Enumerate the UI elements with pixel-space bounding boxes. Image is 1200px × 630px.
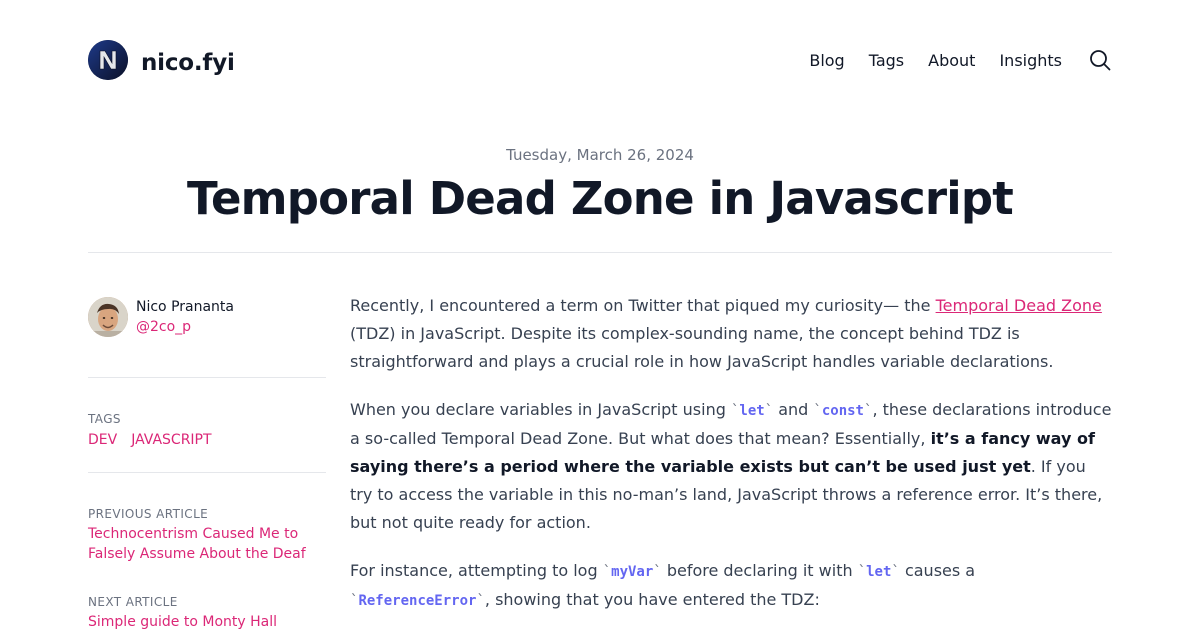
paragraph: For instance, attempting to log `myVar` … (350, 557, 1112, 615)
logo-mark-icon (88, 40, 128, 80)
inline-code: `ReferenceError` (350, 593, 485, 609)
text: causes a (899, 561, 976, 580)
inline-code: `const` (813, 403, 872, 419)
site-name[interactable]: nico.fyi (141, 50, 235, 76)
text: (TDZ) in JavaScript. Despite its complex… (350, 324, 1054, 371)
backtick: ` (891, 564, 900, 580)
nav-blog[interactable]: Blog (809, 51, 844, 70)
backtick: ` (602, 564, 612, 580)
temporal-dead-zone-link[interactable]: Temporal Dead Zone (936, 296, 1102, 315)
code-text: ReferenceError (358, 593, 477, 609)
post-content: Recently, I encountered a term on Twitte… (350, 292, 1112, 630)
main-nav: Blog Tags About Insights (809, 48, 1112, 72)
sidebar-divider (88, 377, 326, 378)
inline-code: `let` (858, 564, 900, 580)
code-text: const (821, 403, 864, 419)
tag-javascript[interactable]: JAVASCRIPT (131, 432, 211, 448)
next-article-link[interactable]: Simple guide to Monty Hall (88, 612, 326, 630)
inline-code: `myVar` (603, 564, 662, 580)
paragraph: Recently, I encountered a term on Twitte… (350, 292, 1112, 376)
code-text: let (739, 403, 765, 419)
text: before declaring it with (661, 561, 858, 580)
author-handle-link[interactable]: @2co_p (136, 317, 234, 337)
backtick: ` (813, 403, 822, 419)
nav-tags[interactable]: Tags (869, 51, 904, 70)
backtick: ` (764, 403, 774, 419)
nav-insights[interactable]: Insights (999, 51, 1062, 70)
search-icon[interactable] (1088, 48, 1112, 72)
post-date: Tuesday, March 26, 2024 (506, 146, 694, 164)
tag-dev[interactable]: DEV (88, 432, 117, 448)
previous-article-link[interactable]: Technocentrism Caused Me to Falsely Assu… (88, 524, 326, 564)
tags-label: TAGS (88, 412, 121, 426)
code-text: let (866, 564, 892, 580)
text: and (773, 400, 814, 419)
header-divider (88, 252, 1112, 253)
code-text: myVar (611, 564, 654, 580)
next-article-label: NEXT ARTICLE (88, 595, 178, 609)
sidebar-divider (88, 472, 326, 473)
author-card: Nico Prananta @2co_p (88, 297, 326, 337)
avatar (88, 297, 128, 337)
text: , showing that you have entered the TDZ: (484, 590, 820, 609)
inline-code: `let` (731, 403, 773, 419)
post-sidebar: Nico Prananta @2co_p TAGS DEV JAVASCRIPT … (88, 297, 326, 630)
backtick: ` (653, 564, 662, 580)
backtick: ` (476, 593, 485, 609)
logo[interactable] (88, 40, 128, 80)
author-name: Nico Prananta (136, 299, 234, 315)
text: Recently, I encountered a term on Twitte… (350, 296, 936, 315)
backtick: ` (857, 564, 867, 580)
text: When you declare variables in JavaScript… (350, 400, 731, 419)
previous-article-label: PREVIOUS ARTICLE (88, 507, 209, 521)
site-header: nico.fyi Blog Tags About Insights (88, 40, 1112, 82)
paragraph: When you declare variables in JavaScript… (350, 396, 1112, 537)
text: For instance, attempting to log (350, 561, 603, 580)
logo-link[interactable]: nico.fyi (88, 40, 235, 80)
post-title: Temporal Dead Zone in Javascript (187, 172, 1014, 225)
nav-about[interactable]: About (928, 51, 975, 70)
